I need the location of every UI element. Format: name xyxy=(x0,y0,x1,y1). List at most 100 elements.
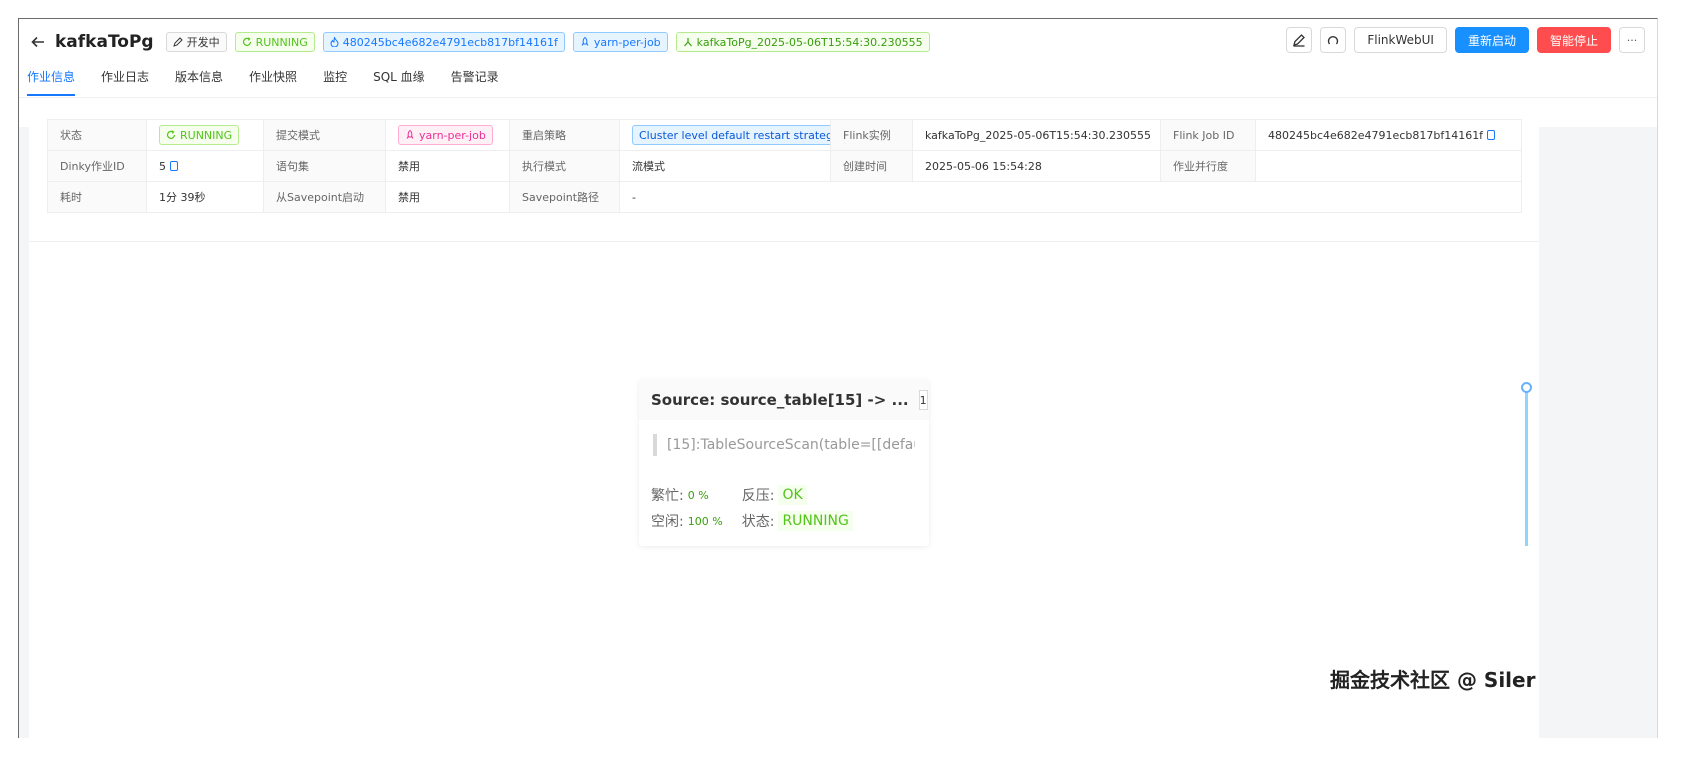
savepoint-start-label: 从Savepoint启动 xyxy=(263,181,386,213)
cluster-icon xyxy=(683,38,692,47)
tab-job-info[interactable]: 作业信息 xyxy=(27,64,76,96)
tab-version-info[interactable]: 版本信息 xyxy=(175,64,223,92)
app-frame: kafkaToPg 开发中 RUNNING 480245bc4e682e4791… xyxy=(18,18,1658,738)
status-badge: RUNNING xyxy=(159,125,240,145)
job-graph-canvas[interactable]: Source: source_table[15] -> ... 1 [15]:T… xyxy=(29,241,1539,738)
savepoint-path-label: Savepoint路径 xyxy=(509,181,620,213)
instance-tag-label: kafkaToPg_2025-05-06T15:54:30.230555 xyxy=(696,35,923,49)
submit-mode-value-cell: yarn-per-job xyxy=(385,119,510,151)
info-row: 耗时 1分 39秒 从Savepoint启动 禁用 Savepoint路径 - xyxy=(47,181,1522,213)
job-title: kafkaToPg xyxy=(55,32,154,52)
job-descriptions: 状态 RUNNING 提交模式 yarn-per-job 重启策略 Cluste… xyxy=(47,119,1522,213)
statement-set-label: 语句集 xyxy=(263,150,386,182)
state-label: 状态: xyxy=(741,514,775,530)
dev-tag-label: 开发中 xyxy=(186,36,220,49)
duration-value: 1分 39秒 xyxy=(146,181,264,213)
sync-icon xyxy=(166,130,176,139)
dev-tag: 开发中 xyxy=(165,32,227,52)
watermark: 掘金技术社区 @ Siler xyxy=(1330,668,1536,692)
info-row: Dinky作业ID 5 语句集 禁用 执行模式 流模式 创建时间 2025-05… xyxy=(47,150,1522,182)
restart-button[interactable]: 重新启动 xyxy=(1454,27,1529,53)
graph-node[interactable]: Source: source_table[15] -> ... 1 [15]:T… xyxy=(639,380,929,546)
statement-set-value: 禁用 xyxy=(385,150,510,182)
tab-sql-lineage[interactable]: SQL 血缘 xyxy=(373,64,425,92)
flink-job-id-value-cell: 480245bc4e682e4791ecb817bf14161f xyxy=(1255,119,1522,151)
status-tag: RUNNING xyxy=(234,32,315,52)
smart-stop-button[interactable]: 智能停止 xyxy=(1536,27,1611,53)
flink-job-id-label: Flink Job ID xyxy=(1160,119,1256,151)
node-stat-row: 空闲: 100 % 状态: RUNNING xyxy=(651,508,853,534)
mode-tag-label: yarn-per-job xyxy=(593,35,661,49)
dinky-id-value: 5 xyxy=(159,159,166,173)
flink-job-id-value: 480245bc4e682e4791ecb817bf14161f xyxy=(1268,128,1484,142)
job-info-panel: 状态 RUNNING 提交模式 yarn-per-job 重启策略 Cluste… xyxy=(29,105,1539,241)
node-parallelism: 1 xyxy=(918,390,928,410)
tab-bar: 作业信息 作业日志 版本信息 作业快照 监控 SQL 血缘 告警记录 xyxy=(27,64,525,96)
job-id-tag-label: 480245bc4e682e4791ecb817bf14161f xyxy=(342,35,558,49)
node-title: Source: source_table[15] -> ... xyxy=(651,391,909,409)
savepoint-path-value: - xyxy=(619,181,1522,213)
state-value: RUNNING xyxy=(778,511,853,531)
submit-mode-label: 提交模式 xyxy=(263,119,386,151)
submit-mode-badge: yarn-per-job xyxy=(398,125,493,145)
info-row: 状态 RUNNING 提交模式 yarn-per-job 重启策略 Cluste… xyxy=(47,119,1522,151)
flink-instance-label: Flink实例 xyxy=(830,119,913,151)
status-tag-label: RUNNING xyxy=(255,35,308,49)
sync-icon xyxy=(242,37,251,46)
job-id-tag: 480245bc4e682e4791ecb817bf14161f xyxy=(322,32,565,52)
dinky-id-value-cell: 5 xyxy=(146,150,264,182)
edit-icon xyxy=(172,37,183,47)
node-stat-row: 繁忙: 0 % 反压: OK xyxy=(651,482,853,508)
submit-mode-badge-label: yarn-per-job xyxy=(419,128,486,142)
restart-strategy-value-cell: Cluster level default restart strategy xyxy=(619,119,831,151)
busy-label: 繁忙: xyxy=(651,488,684,504)
tab-job-snapshot[interactable]: 作业快照 xyxy=(249,64,297,92)
savepoint-start-value: 禁用 xyxy=(385,181,510,213)
duration-label: 耗时 xyxy=(47,181,147,213)
refresh-icon xyxy=(1328,35,1339,45)
mode-tag: yarn-per-job xyxy=(572,32,668,52)
more-button[interactable]: ··· xyxy=(1619,27,1645,53)
node-stats: 繁忙: 0 % 反压: OK 空闲: 100 % 状态: RUNNING xyxy=(651,482,853,534)
zoom-slider-handle[interactable] xyxy=(1521,382,1532,393)
parallelism-label: 作业并行度 xyxy=(1160,150,1256,182)
node-header: Source: source_table[15] -> ... 1 xyxy=(639,380,929,420)
copy-icon[interactable] xyxy=(1487,129,1496,140)
flink-web-ui-button[interactable]: FlinkWebUI xyxy=(1354,27,1447,53)
instance-tag: kafkaToPg_2025-05-06T15:54:30.230555 xyxy=(675,32,930,52)
fire-icon xyxy=(330,37,339,47)
created-time-label: 创建时间 xyxy=(830,150,913,182)
pencil-icon xyxy=(1293,34,1306,47)
more-icon: ··· xyxy=(1626,33,1638,47)
busy-value: 0 % xyxy=(687,488,709,502)
refresh-button[interactable] xyxy=(1320,27,1347,53)
header-actions: FlinkWebUI 重新启动 智能停止 ··· xyxy=(1286,26,1645,54)
restart-strategy-badge: Cluster level default restart strategy xyxy=(632,125,830,145)
status-label: 状态 xyxy=(47,119,147,151)
dinky-id-label: Dinky作业ID xyxy=(47,150,147,182)
created-time-value: 2025-05-06 15:54:28 xyxy=(912,150,1161,182)
exec-mode-label: 执行模式 xyxy=(509,150,620,182)
status-value-cell: RUNNING xyxy=(146,119,264,151)
tab-job-log[interactable]: 作业日志 xyxy=(101,64,149,92)
edit-button[interactable] xyxy=(1286,27,1313,53)
title-row: kafkaToPg 开发中 RUNNING 480245bc4e682e4791… xyxy=(29,29,930,55)
idle-value: 100 % xyxy=(687,514,723,528)
idle-label: 空闲: xyxy=(651,514,684,530)
parallelism-value xyxy=(1255,150,1522,182)
tab-monitor[interactable]: 监控 xyxy=(323,64,347,92)
tab-divider xyxy=(19,97,1657,98)
back-arrow-icon[interactable] xyxy=(29,33,47,51)
copy-icon[interactable] xyxy=(170,160,178,171)
tab-alert-records[interactable]: 告警记录 xyxy=(451,64,499,92)
flink-instance-link[interactable]: kafkaToPg_2025-05-06T15:54:30.230555 xyxy=(912,119,1161,151)
node-description: [15]:TableSourceScan(table=[[default_cat… xyxy=(653,434,915,456)
status-badge-label: RUNNING xyxy=(180,128,233,142)
restart-strategy-label: 重启策略 xyxy=(509,119,620,151)
backpressure-value: OK xyxy=(778,485,807,505)
rocket-icon xyxy=(406,130,414,139)
exec-mode-value: 流模式 xyxy=(619,150,831,182)
zoom-slider-track[interactable] xyxy=(1525,386,1528,546)
backpressure-label: 反压: xyxy=(741,488,775,504)
rocket-icon xyxy=(581,37,589,46)
